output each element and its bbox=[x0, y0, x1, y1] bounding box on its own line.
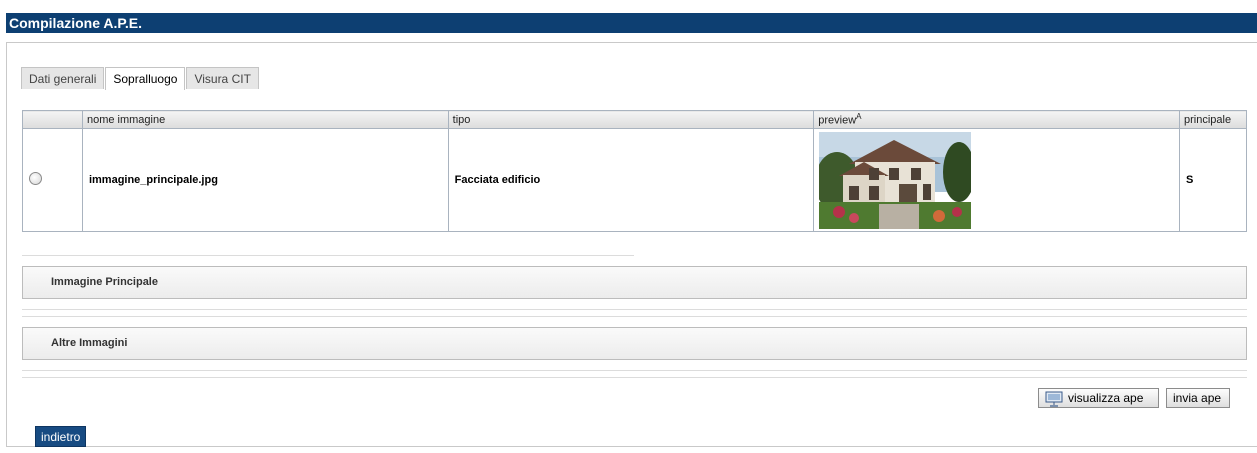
cell-preview bbox=[813, 128, 1180, 232]
cell-principale: S bbox=[1178, 128, 1248, 232]
column-header-principale[interactable]: principale bbox=[1178, 110, 1248, 129]
preview-header-label: preview bbox=[818, 114, 857, 127]
invia-ape-button[interactable]: invia ape bbox=[1166, 388, 1230, 408]
visualizza-ape-label: visualizza ape bbox=[1068, 391, 1144, 405]
column-header-preview[interactable]: previewA bbox=[813, 110, 1180, 129]
tab-sopralluogo[interactable]: Sopralluogo bbox=[105, 67, 186, 90]
presentation-icon bbox=[1045, 391, 1063, 407]
content-panel bbox=[6, 42, 1257, 447]
page-title: Compilazione A.P.E. bbox=[6, 13, 1257, 33]
tab-visura-cit[interactable]: Visura CIT bbox=[186, 67, 259, 89]
visualizza-ape-button[interactable]: visualizza ape bbox=[1038, 388, 1159, 408]
divider bbox=[22, 316, 1247, 317]
divider bbox=[22, 377, 1247, 378]
divider bbox=[22, 370, 1247, 371]
section-immagine-principale[interactable]: Immagine Principale bbox=[22, 266, 1247, 299]
column-header-nome-immagine[interactable]: nome immagine bbox=[81, 110, 449, 129]
images-table: nome immagine tipo previewA principale i… bbox=[22, 110, 1248, 232]
column-header-tipo[interactable]: tipo bbox=[447, 110, 815, 129]
cell-nome-immagine: immagine_principale.jpg bbox=[81, 128, 449, 232]
table-row[interactable]: immagine_principale.jpg Facciata edifici… bbox=[22, 128, 1248, 232]
row-select-radio[interactable] bbox=[29, 172, 42, 185]
tab-dati-generali[interactable]: Dati generali bbox=[21, 67, 105, 89]
sort-indicator: A bbox=[856, 112, 862, 122]
cell-tipo: Facciata edificio bbox=[447, 128, 815, 232]
divider bbox=[22, 309, 1247, 310]
row-select-cell bbox=[22, 128, 83, 232]
house-photo-icon[interactable] bbox=[819, 131, 972, 229]
section-altre-immagini[interactable]: Altre Immagini bbox=[22, 327, 1247, 360]
divider bbox=[22, 255, 634, 256]
table-header-row: nome immagine tipo previewA principale bbox=[22, 110, 1248, 129]
indietro-button[interactable]: indietro bbox=[35, 426, 87, 447]
column-header-select bbox=[22, 110, 83, 129]
tab-bar: Dati generali Sopralluogo Visura CIT bbox=[21, 67, 260, 90]
